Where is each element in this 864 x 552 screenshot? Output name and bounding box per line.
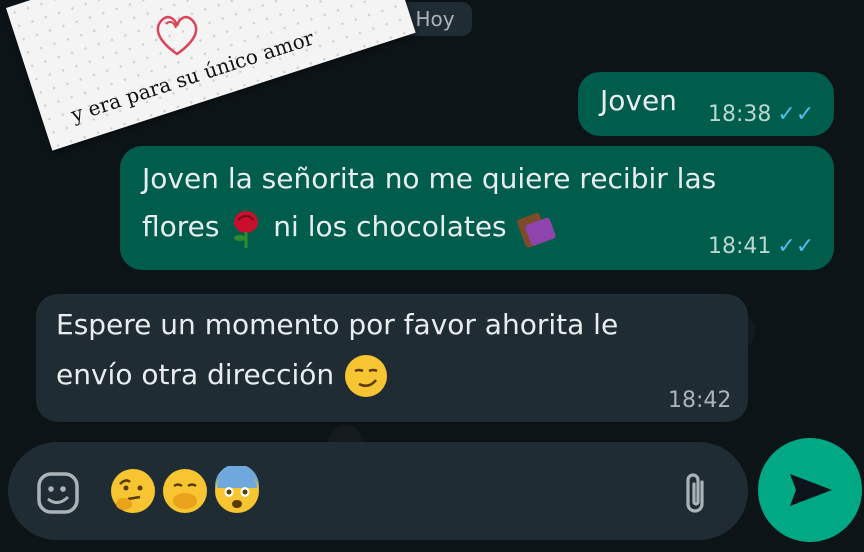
read-receipt-icon: ✓✓ bbox=[777, 102, 815, 127]
message-meta: 18:38 ✓✓ bbox=[708, 102, 814, 127]
message-text: Joven bbox=[600, 84, 677, 117]
send-arrow-icon bbox=[790, 474, 832, 506]
thinking-face-emoji-icon bbox=[111, 469, 155, 513]
chocolate-bar-emoji-icon bbox=[516, 212, 556, 248]
rose-emoji-icon bbox=[234, 211, 259, 248]
message-time: 18:42 bbox=[668, 388, 732, 413]
message-text-part: envío otra dirección bbox=[56, 358, 335, 391]
message-time: 18:41 bbox=[708, 234, 772, 259]
message-input-bar[interactable] bbox=[8, 442, 748, 540]
message-bubble-incoming[interactable]: Espere un momento por favor ahorita le e… bbox=[36, 294, 748, 422]
attach-paperclip-icon[interactable] bbox=[678, 472, 714, 516]
face-with-hand-over-mouth-emoji-icon bbox=[163, 469, 207, 513]
message-time: 18:38 bbox=[708, 102, 772, 127]
message-text-line: flores ni los chocolates bbox=[142, 204, 556, 250]
message-meta: 18:41 ✓✓ bbox=[708, 234, 814, 259]
message-text-part: ni los chocolates bbox=[273, 210, 507, 243]
message-text-line: Espere un momento por favor ahorita le bbox=[56, 308, 619, 341]
message-text-line: Joven la señorita no me quiere recibir l… bbox=[142, 162, 717, 195]
fearful-face-emoji-icon bbox=[215, 466, 259, 513]
sticker-icon[interactable] bbox=[36, 471, 80, 515]
message-bubble-outgoing[interactable]: Joven 18:38 ✓✓ bbox=[578, 72, 834, 136]
composer-emoji-row[interactable] bbox=[108, 466, 262, 516]
heart-doodle-icon bbox=[156, 15, 198, 56]
message-meta: 18:42 bbox=[668, 388, 731, 413]
message-text-part: flores bbox=[142, 210, 220, 243]
send-button[interactable] bbox=[758, 438, 862, 542]
message-text-line: envío otra dirección bbox=[56, 352, 389, 399]
smirking-face-emoji-icon bbox=[345, 355, 388, 397]
read-receipt-icon: ✓✓ bbox=[777, 234, 815, 259]
message-bubble-outgoing[interactable]: Joven la señorita no me quiere recibir l… bbox=[120, 146, 834, 270]
